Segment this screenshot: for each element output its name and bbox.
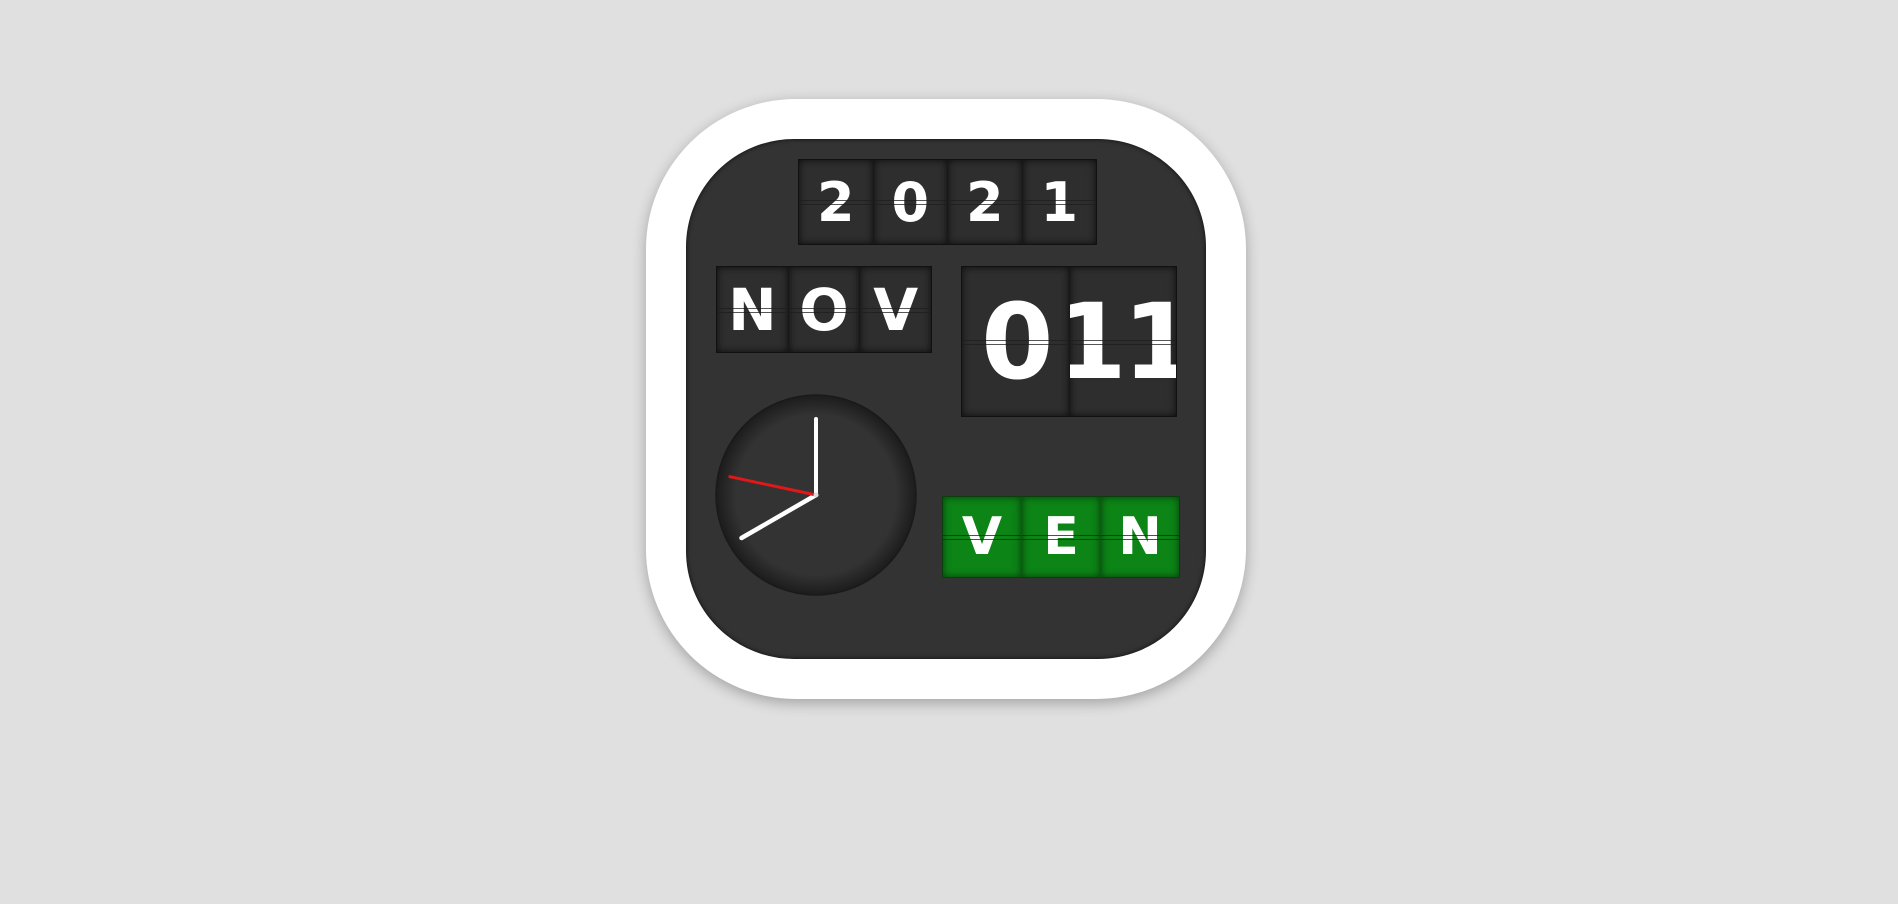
month-flip-display: N O V: [716, 266, 932, 353]
weekday-flip-display: V E N: [942, 496, 1180, 578]
month-letter: N: [717, 267, 789, 352]
widget-panel: 2 0 2 1 N O V 0 11 V E N: [686, 139, 1206, 659]
month-letter: O: [788, 267, 861, 352]
analog-clock: [715, 394, 917, 596]
calendar-clock-widget: 2 0 2 1 N O V 0 11 V E N: [646, 99, 1246, 699]
desktop-background: 2 0 2 1 N O V 0 11 V E N: [0, 0, 1898, 904]
year-flip-display: 2 0 2 1: [798, 159, 1097, 245]
weekday-letter: N: [1101, 497, 1179, 577]
day-digit: 11: [1069, 267, 1176, 416]
weekday-letter: E: [1022, 497, 1101, 577]
year-digit: 0: [873, 160, 948, 244]
month-letter: V: [860, 267, 932, 352]
clock-face: [715, 394, 917, 596]
year-digit: 1: [1022, 160, 1096, 244]
year-digit: 2: [948, 160, 1023, 244]
day-digit: 0: [962, 267, 1070, 416]
weekday-letter: V: [943, 497, 1022, 577]
clock-hub: [813, 492, 819, 498]
year-digit: 2: [799, 160, 874, 244]
day-flip-display: 0 11: [961, 266, 1177, 417]
